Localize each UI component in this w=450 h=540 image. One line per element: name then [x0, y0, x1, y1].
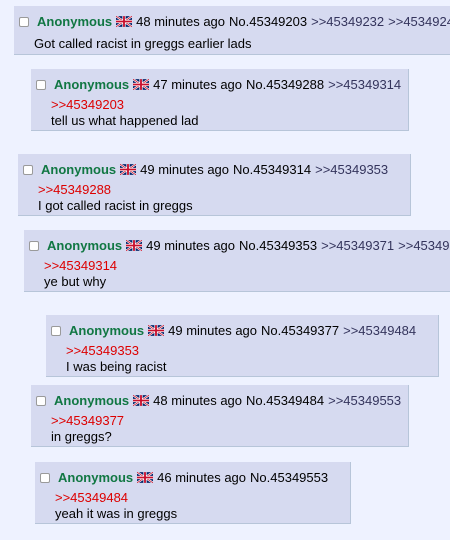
post-body: Got called racist in greggs earlier lads	[34, 36, 252, 52]
post-time: 47 minutes ago	[153, 77, 243, 92]
post-45349377: Anonymous 49 minutes ago No.45349377 >>4…	[46, 315, 439, 377]
post-time: 49 minutes ago	[146, 238, 236, 253]
post-select-checkbox[interactable]	[40, 472, 50, 483]
post-message: I got called racist in greggs	[38, 198, 193, 213]
post-message: tell us what happened lad	[51, 113, 199, 128]
post-body: >>45349353 I was being racist	[66, 343, 166, 375]
post-info: Anonymous 49 minutes ago No.45349314 >>4…	[23, 161, 392, 178]
post-select-checkbox[interactable]	[19, 16, 29, 27]
backlink[interactable]: >>45349371	[321, 237, 394, 254]
post-number[interactable]: No.45349288	[246, 76, 324, 93]
post-time: 46 minutes ago	[157, 470, 247, 485]
uk-flag-icon	[133, 79, 150, 90]
post-message: ye but why	[44, 274, 107, 289]
poster-name: Anonymous	[54, 77, 130, 92]
backlink[interactable]: >>45349232	[311, 13, 384, 30]
uk-flag-icon	[137, 472, 154, 483]
poster-name: Anonymous	[41, 162, 117, 177]
post-body: >>45349288 I got called racist in greggs	[38, 182, 193, 214]
post-info: Anonymous 48 minutes ago No.45349484 >>4…	[36, 392, 405, 409]
post-body: >>45349484 yeah it was in greggs	[55, 490, 177, 522]
uk-flag-icon	[120, 164, 137, 175]
post-body: >>45349314 ye but why	[44, 258, 117, 290]
post-time: 48 minutes ago	[153, 393, 243, 408]
post-info: Anonymous 49 minutes ago No.45349377 >>4…	[51, 322, 420, 339]
post-number[interactable]: No.45349203	[229, 13, 307, 30]
post-number[interactable]: No.45349377	[261, 322, 339, 339]
post-message: in greggs?	[51, 429, 112, 444]
uk-flag-icon	[116, 16, 133, 27]
quote-link[interactable]: >>45349484	[55, 490, 177, 506]
quote-link[interactable]: >>45349203	[51, 97, 198, 113]
post-message: Got called racist in greggs earlier lads	[34, 36, 252, 51]
backlink[interactable]: >>45349484	[343, 322, 416, 339]
post-time: 49 minutes ago	[168, 323, 258, 338]
quote-link[interactable]: >>45349377	[51, 413, 124, 429]
poster-name: Anonymous	[58, 470, 134, 485]
quote-link[interactable]: >>45349288	[38, 182, 193, 198]
post-info: Anonymous 49 minutes ago No.45349353 >>4…	[29, 237, 450, 254]
post-message: I was being racist	[66, 359, 167, 374]
post-45349203: Anonymous 48 minutes ago No.45349203 >>4…	[14, 6, 450, 55]
post-45349314: Anonymous 49 minutes ago No.45349314 >>4…	[18, 154, 411, 216]
post-number[interactable]: No.45349553	[250, 469, 328, 486]
poster-name: Anonymous	[37, 14, 113, 29]
poster-name: Anonymous	[69, 323, 145, 338]
backlink[interactable]: >>45349377	[398, 237, 450, 254]
post-time: 49 minutes ago	[140, 162, 230, 177]
post-45349484: Anonymous 48 minutes ago No.45349484 >>4…	[31, 385, 409, 447]
post-time: 48 minutes ago	[136, 14, 226, 29]
post-select-checkbox[interactable]	[29, 240, 39, 251]
backlink[interactable]: >>45349244	[388, 13, 450, 30]
post-message: yeah it was in greggs	[55, 506, 178, 521]
post-45349288: Anonymous 47 minutes ago No.45349288 >>4…	[31, 69, 409, 131]
quote-link[interactable]: >>45349353	[66, 343, 166, 359]
backlink[interactable]: >>45349314	[328, 76, 401, 93]
quote-link[interactable]: >>45349314	[44, 258, 117, 274]
post-select-checkbox[interactable]	[36, 79, 46, 90]
uk-flag-icon	[148, 325, 165, 336]
post-number[interactable]: No.45349314	[233, 161, 311, 178]
post-body: >>45349203 tell us what happened lad	[51, 97, 198, 129]
post-body: >>45349377 in greggs?	[51, 413, 124, 445]
post-info: Anonymous 47 minutes ago No.45349288 >>4…	[36, 76, 405, 93]
post-number[interactable]: No.45349484	[246, 392, 324, 409]
post-select-checkbox[interactable]	[51, 325, 61, 336]
post-select-checkbox[interactable]	[23, 164, 33, 175]
poster-name: Anonymous	[47, 238, 123, 253]
uk-flag-icon	[126, 240, 143, 251]
poster-name: Anonymous	[54, 393, 130, 408]
post-45349553: Anonymous 46 minutes ago No.45349553 >>4…	[35, 462, 351, 524]
backlink[interactable]: >>45349353	[315, 161, 388, 178]
backlink[interactable]: >>45349553	[328, 392, 401, 409]
post-info: Anonymous 48 minutes ago No.45349203 >>4…	[19, 13, 450, 30]
uk-flag-icon	[133, 395, 150, 406]
post-info: Anonymous 46 minutes ago No.45349553	[40, 469, 332, 486]
post-45349353: Anonymous 49 minutes ago No.45349353 >>4…	[24, 230, 450, 292]
post-number[interactable]: No.45349353	[239, 237, 317, 254]
post-select-checkbox[interactable]	[36, 395, 46, 406]
